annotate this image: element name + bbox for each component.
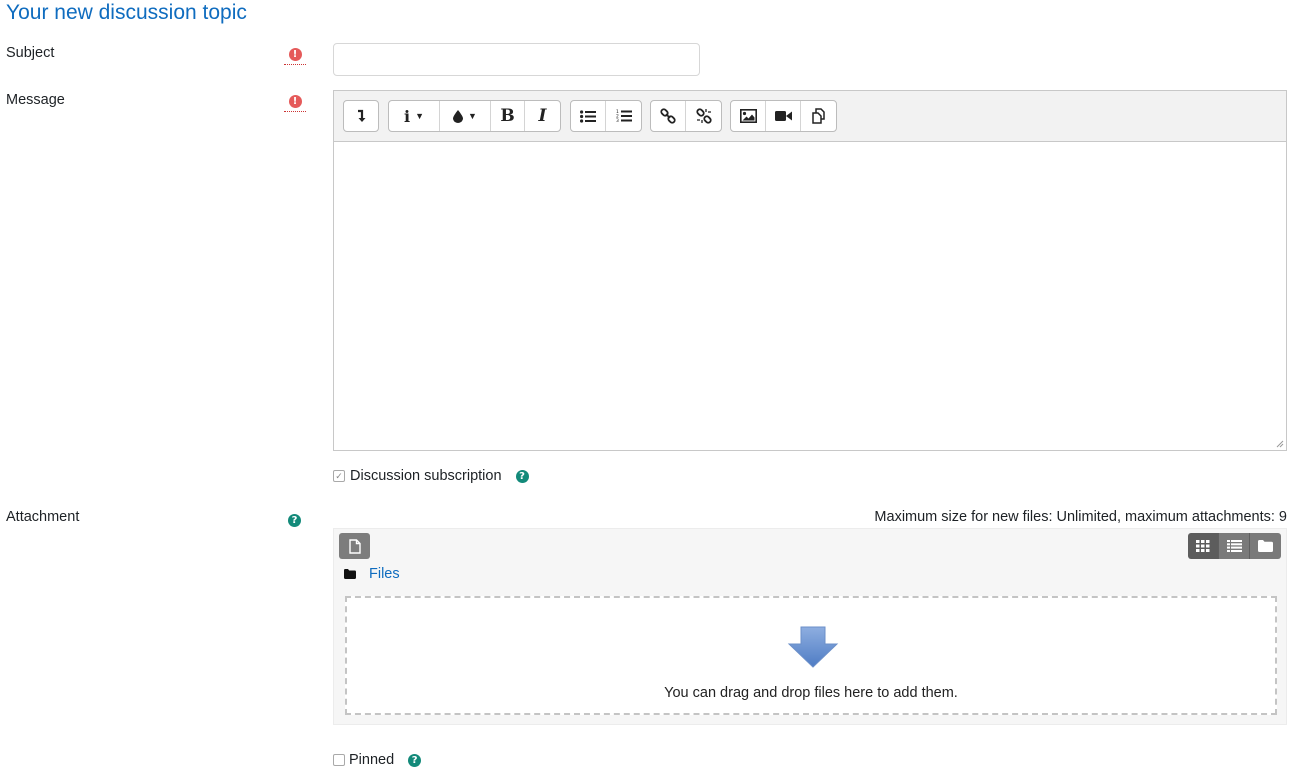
resize-handle-icon[interactable] xyxy=(1276,440,1284,448)
insert-image-button[interactable] xyxy=(731,101,766,131)
message-editor: i ▼ ▼ B I 1 2 3 xyxy=(333,90,1287,451)
editor-toolbar: i ▼ ▼ B I 1 2 3 xyxy=(334,91,1286,142)
folder-icon xyxy=(1258,540,1273,552)
attachment-limits: Maximum size for new files: Unlimited, m… xyxy=(874,509,1287,525)
subscription-row: ✓ Discussion subscription ? xyxy=(333,468,529,484)
subscription-label: Discussion subscription xyxy=(350,468,502,484)
required-icon: ! xyxy=(288,95,302,108)
unordered-list-button[interactable] xyxy=(571,101,606,131)
chevron-down-icon: ▼ xyxy=(468,111,477,121)
help-icon[interactable]: ? xyxy=(408,753,422,767)
toolbar-group-lists: 1 2 3 xyxy=(570,100,642,132)
ordered-list-icon: 1 2 3 xyxy=(616,109,632,123)
add-file-button[interactable] xyxy=(339,533,370,559)
link-button[interactable] xyxy=(651,101,686,131)
subject-required-indicator: ! xyxy=(284,48,306,65)
show-more-buttons-icon xyxy=(358,109,366,122)
files-icon xyxy=(811,108,825,124)
page-title: Your new discussion topic xyxy=(6,1,247,24)
pinned-checkbox[interactable] xyxy=(333,754,345,766)
ordered-list-button[interactable]: 1 2 3 xyxy=(606,101,641,131)
paragraph-styles-button[interactable]: i ▼ xyxy=(389,101,440,131)
chevron-down-icon: ▼ xyxy=(415,111,424,121)
image-icon xyxy=(739,109,757,123)
manage-files-button[interactable] xyxy=(801,101,836,131)
pinned-row: Pinned ? xyxy=(333,752,422,768)
file-drop-zone[interactable]: You can drag and drop files here to add … xyxy=(345,596,1277,715)
message-textarea[interactable] xyxy=(334,142,1286,449)
file-icon xyxy=(348,538,361,554)
unlink-button[interactable] xyxy=(686,101,721,131)
folder-icon xyxy=(344,569,356,579)
subject-input[interactable] xyxy=(333,43,700,76)
show-more-buttons[interactable] xyxy=(344,101,378,131)
toolbar-group-collapse xyxy=(343,100,379,132)
files-path-link[interactable]: Files xyxy=(369,566,400,582)
help-icon[interactable]: ? xyxy=(515,469,529,483)
toolbar-group-media xyxy=(730,100,837,132)
message-label: Message xyxy=(6,92,65,108)
subject-label: Subject xyxy=(6,45,55,61)
view-icons-button[interactable] xyxy=(1188,533,1219,559)
insert-media-button[interactable] xyxy=(766,101,801,131)
view-tree-button[interactable] xyxy=(1250,533,1281,559)
svg-text:3: 3 xyxy=(616,118,619,123)
unlink-icon xyxy=(695,108,712,124)
help-icon[interactable]: ? xyxy=(288,514,301,527)
pinned-label: Pinned xyxy=(349,752,395,768)
file-path-bar: Files xyxy=(344,566,400,582)
toolbar-group-links xyxy=(650,100,722,132)
bold-button[interactable]: B xyxy=(491,101,525,131)
attachment-label: Attachment xyxy=(6,509,80,525)
italic-button[interactable]: I xyxy=(525,101,560,131)
file-picker: Files You can drag and drop files here t… xyxy=(333,528,1287,725)
subscription-checkbox[interactable]: ✓ xyxy=(333,470,345,482)
message-required-indicator: ! xyxy=(284,95,306,112)
drop-zone-text: You can drag and drop files here to add … xyxy=(664,685,958,701)
video-icon xyxy=(774,111,792,121)
info-icon: i xyxy=(404,106,411,126)
view-switcher xyxy=(1188,533,1281,559)
required-icon: ! xyxy=(288,48,302,61)
unordered-list-icon xyxy=(580,109,596,123)
view-details-button[interactable] xyxy=(1219,533,1250,559)
arrow-down-icon xyxy=(787,626,839,668)
grid-icon xyxy=(1196,540,1210,552)
font-color-button[interactable]: ▼ xyxy=(440,101,491,131)
toolbar-group-style: i ▼ ▼ B I xyxy=(388,100,561,132)
drop-icon xyxy=(453,109,464,123)
link-icon xyxy=(660,108,676,124)
list-icon xyxy=(1226,540,1242,552)
